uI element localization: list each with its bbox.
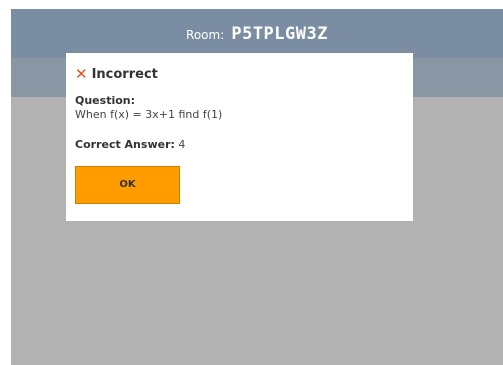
dialog-title: ✕ Incorrect [75,65,404,83]
correct-answer-value: 4 [178,138,186,151]
app-viewport: Room: P5TPLGW3Z ✕ Incorrect Question: Wh… [11,9,503,365]
question-label: Question: [75,94,136,107]
ok-button[interactable]: OK [75,166,180,204]
question-text: When f(x) = 3x+1 find f(1) [75,108,223,121]
incorrect-answer-dialog: ✕ Incorrect Question: When f(x) = 3x+1 f… [66,53,413,221]
room-code: P5TPLGW3Z [231,24,328,44]
correct-answer-row: Correct Answer: 4 [75,138,404,152]
room-label: Room: [186,28,225,42]
dialog-title-text: Incorrect [91,66,158,82]
room-header: Room: P5TPLGW3Z [11,9,503,58]
correct-answer-label: Correct Answer: [75,138,175,151]
close-x-icon: ✕ [75,65,88,83]
